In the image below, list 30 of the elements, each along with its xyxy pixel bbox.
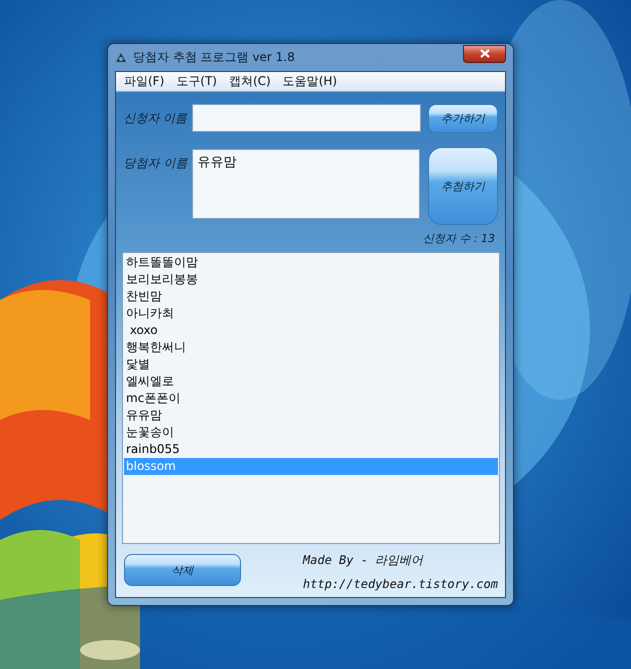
applicant-count: 신청자 수 : 13 — [422, 231, 495, 246]
menu-item[interactable]: 도구(T) — [170, 73, 223, 90]
menu-item[interactable]: 캡쳐(C) — [222, 73, 277, 90]
close-button[interactable] — [463, 44, 506, 62]
list-item[interactable]: 유유맘 — [124, 407, 498, 424]
url-text: http://tedybear.tistory.com — [302, 577, 498, 591]
list-item[interactable]: 엘씨엘로 — [124, 373, 498, 390]
list-item[interactable]: 찬빈맘 — [124, 288, 498, 305]
list-item[interactable]: mc폰폰이 — [124, 390, 498, 407]
draw-button[interactable]: 추첨하기 — [428, 147, 498, 225]
list-item[interactable]: 보리보리봉봉 — [124, 271, 498, 288]
close-icon — [480, 49, 490, 58]
list-item[interactable]: xoxo — [124, 322, 498, 339]
add-button[interactable]: 추가하기 — [428, 104, 498, 132]
winner-name-field[interactable]: 유유맘 — [192, 149, 420, 219]
credit-text: Made By - 라임베어 — [302, 552, 424, 569]
menu-item[interactable]: 도움말(H) — [276, 73, 344, 90]
list-item[interactable]: 하트똘똘이맘 — [124, 254, 498, 271]
applicant-name-field[interactable] — [192, 104, 421, 132]
list-item[interactable]: rainb055 — [124, 441, 498, 458]
window-title: 당첨자 추첨 프로그램 ver 1.8 — [133, 49, 296, 66]
list-item[interactable]: 눈꽃송이 — [124, 424, 498, 441]
applicant-label: 신청자 이름 — [122, 110, 188, 126]
delete-button[interactable]: 삭제 — [124, 554, 241, 586]
winner-label: 당첨자 이름 — [122, 155, 188, 172]
list-item[interactable]: 닻별 — [124, 356, 498, 373]
list-item[interactable]: 행복한써니 — [124, 339, 498, 356]
menu-item[interactable]: 파일(F) — [118, 73, 170, 90]
app-icon — [115, 52, 127, 64]
list-item[interactable]: 아니카최 — [124, 305, 498, 322]
